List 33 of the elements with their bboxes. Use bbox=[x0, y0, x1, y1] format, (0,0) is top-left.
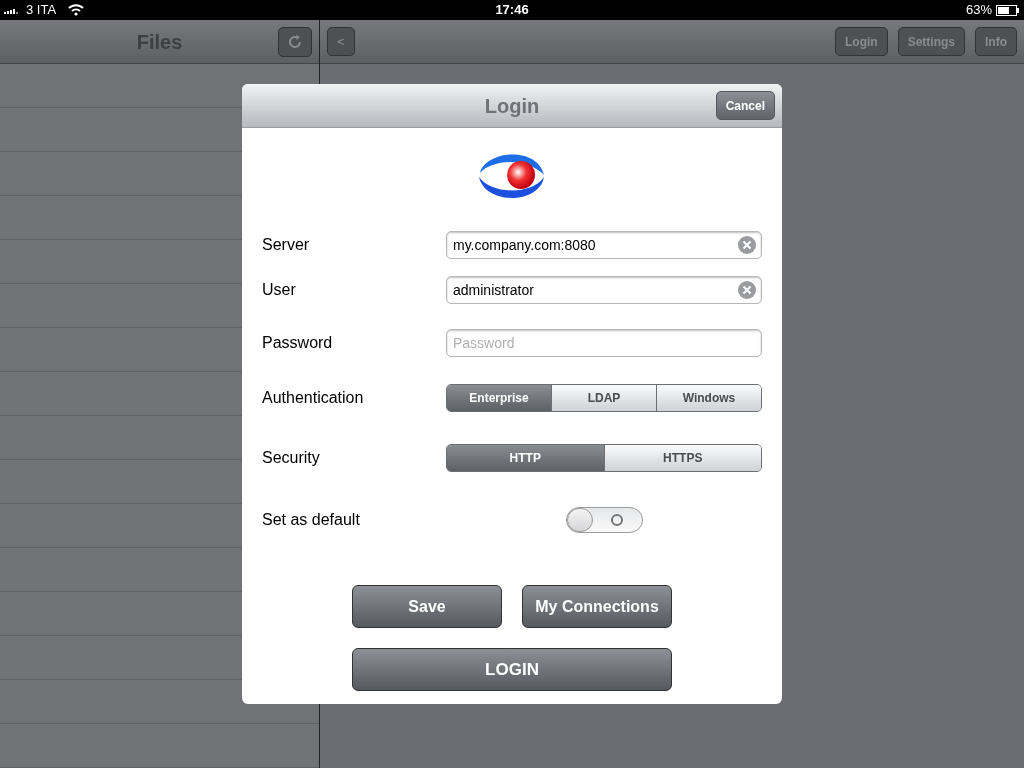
clock-time: 17:46 bbox=[495, 1, 529, 20]
dialog-button[interactable]: My Connections bbox=[522, 585, 672, 628]
input-field[interactable]: administrator bbox=[446, 276, 762, 304]
toolbar-button[interactable]: Settings bbox=[897, 27, 965, 56]
wifi-icon bbox=[68, 4, 85, 16]
segment-tab[interactable]: HTTPS bbox=[603, 445, 761, 471]
clear-icon[interactable] bbox=[738, 281, 756, 299]
field-label: User bbox=[262, 280, 297, 300]
carrier-name: 3 ITA bbox=[26, 1, 57, 20]
login-button[interactable]: LOGIN bbox=[352, 648, 672, 691]
input-field[interactable]: Password bbox=[446, 329, 762, 357]
refresh-icon bbox=[287, 34, 303, 50]
field-label: Set as default bbox=[262, 510, 361, 530]
back-button[interactable]: < bbox=[327, 27, 355, 56]
field-label: Password bbox=[262, 333, 334, 353]
clear-icon[interactable] bbox=[738, 236, 756, 254]
refresh-button[interactable] bbox=[278, 27, 312, 57]
toolbar-button[interactable]: Login bbox=[835, 27, 888, 56]
field-label: Authentication bbox=[262, 388, 365, 408]
segment-tab[interactable]: Enterprise bbox=[447, 385, 551, 411]
segment-tab[interactable]: HTTP bbox=[447, 445, 604, 471]
dialog-title: Login bbox=[484, 93, 540, 119]
dialog-button[interactable]: Save bbox=[352, 585, 502, 628]
field-label: Server bbox=[262, 235, 311, 255]
battery-icon bbox=[996, 4, 1020, 16]
toggle-switch[interactable] bbox=[565, 507, 643, 533]
input-field[interactable]: my.company.com:8080 bbox=[446, 231, 762, 259]
segment-tab[interactable]: LDAP bbox=[551, 385, 656, 411]
battery-percent: 63% bbox=[965, 1, 992, 20]
toolbar-button[interactable]: Info bbox=[975, 27, 1017, 56]
segment-tab[interactable]: Windows bbox=[656, 385, 761, 411]
cancel-button[interactable]: Cancel bbox=[715, 91, 775, 120]
field-label: Security bbox=[262, 448, 321, 468]
